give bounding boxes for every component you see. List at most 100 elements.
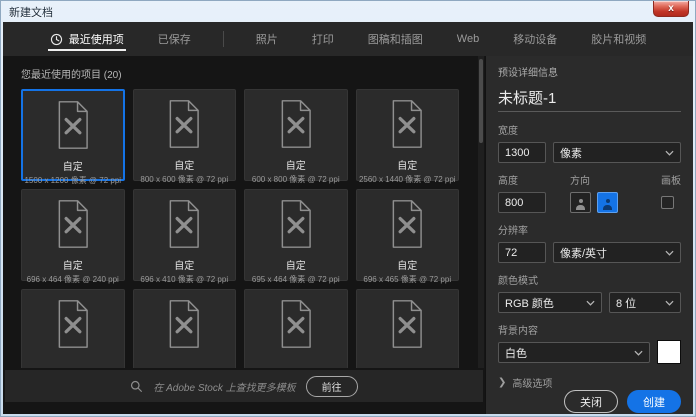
stock-search-bar[interactable]: 在 Adobe Stock 上查找更多模板 前往	[5, 370, 483, 402]
resolution-label: 分辨率	[498, 222, 681, 237]
color-mode-value: RGB 颜色	[505, 295, 554, 311]
tab-mobile[interactable]: 移动设备	[511, 22, 559, 56]
document-x-icon	[387, 199, 427, 254]
main-area: 您最近使用的项目 (20) 自定 1500 x 1200 像素 @ 72 ppi…	[3, 56, 693, 414]
document-x-icon	[53, 299, 93, 354]
document-x-icon	[164, 99, 204, 154]
preset-dimensions: 696 x 410 像素 @ 72 ppi	[140, 274, 228, 285]
chevron-down-icon	[665, 300, 674, 306]
width-unit-value: 像素	[560, 145, 582, 161]
color-mode-label: 颜色模式	[498, 272, 681, 287]
tab-divider	[223, 31, 224, 47]
clock-icon	[50, 33, 63, 46]
scrollbar-thumb[interactable]	[479, 59, 483, 143]
tab-label: 照片	[256, 31, 278, 47]
advanced-options-toggle[interactable]: ❯ 高级选项	[498, 375, 681, 390]
tab-bar: 最近使用项 已保存 照片 打印 图稿和插图 Web 移动设备 胶	[3, 22, 693, 56]
dialog-body: 最近使用项 已保存 照片 打印 图稿和插图 Web 移动设备 胶	[3, 22, 693, 414]
document-x-icon	[387, 99, 427, 154]
width-unit-select[interactable]: 像素	[553, 142, 681, 163]
recent-preset-card[interactable]: 自定 695 x 464 像素 @ 72 ppi	[244, 189, 348, 281]
width-label: 宽度	[498, 122, 681, 137]
document-x-icon	[276, 99, 316, 154]
recent-preset-card[interactable]: 自定 800 x 600 像素 @ 72 ppi	[133, 89, 237, 181]
document-x-icon	[387, 299, 427, 354]
background-label: 背景内容	[498, 322, 681, 337]
tab-film[interactable]: 胶片和视频	[589, 22, 648, 56]
recent-preset-card[interactable]	[356, 289, 460, 368]
preset-dimensions: 696 x 464 像素 @ 240 ppi	[27, 274, 119, 285]
new-document-dialog: 新建文档 x 最近使用项 已保存 照片 打印 图稿和插图 We	[0, 0, 696, 417]
orientation-landscape-icon[interactable]	[597, 192, 618, 213]
recent-preset-card[interactable]	[21, 289, 125, 368]
document-x-icon	[53, 100, 93, 155]
stock-search-placeholder: 在 Adobe Stock 上查找更多模板	[153, 379, 295, 394]
recent-preset-card[interactable]	[133, 289, 237, 368]
tab-saved[interactable]: 已保存	[156, 22, 193, 56]
recent-preset-card[interactable]: 自定 600 x 800 像素 @ 72 ppi	[244, 89, 348, 181]
resolution-input[interactable]	[498, 242, 546, 263]
tab-label: 已保存	[158, 31, 191, 47]
recent-preset-card[interactable]: 自定 1500 x 1200 像素 @ 72 ppi	[21, 89, 125, 181]
recent-grid: 自定 1500 x 1200 像素 @ 72 ppi 自定 800 x 600 …	[3, 89, 477, 368]
preset-details-header: 预设详细信息	[498, 64, 681, 79]
preset-title: 自定	[286, 257, 306, 272]
titlebar: 新建文档 x	[1, 1, 695, 22]
height-label: 高度	[498, 172, 561, 187]
recent-preset-card[interactable]: 自定 696 x 410 像素 @ 72 ppi	[133, 189, 237, 281]
go-button[interactable]: 前往	[306, 376, 358, 397]
tab-label: 打印	[312, 31, 334, 47]
background-color-swatch[interactable]	[657, 340, 681, 364]
document-x-icon	[276, 199, 316, 254]
document-name-row	[498, 89, 681, 112]
recent-preset-card[interactable]: 自定 2560 x 1440 像素 @ 72 ppi	[356, 89, 460, 181]
window-title: 新建文档	[9, 4, 53, 20]
bit-depth-select[interactable]: 8 位	[609, 292, 681, 313]
dialog-footer: 关闭 创建	[498, 390, 681, 413]
tab-label: 胶片和视频	[591, 31, 646, 47]
tab-photo[interactable]: 照片	[254, 22, 280, 56]
background-select[interactable]: 白色	[498, 342, 650, 363]
recent-header: 您最近使用的项目 (20)	[3, 56, 485, 89]
chevron-down-icon	[634, 350, 643, 356]
orientation-label: 方向	[570, 172, 661, 187]
recent-files-panel: 您最近使用的项目 (20) 自定 1500 x 1200 像素 @ 72 ppi…	[3, 56, 485, 414]
width-input[interactable]	[498, 142, 546, 163]
tab-web[interactable]: Web	[455, 22, 481, 56]
tab-art[interactable]: 图稿和插图	[366, 22, 425, 56]
preset-dimensions: 800 x 600 像素 @ 72 ppi	[140, 174, 228, 185]
height-input[interactable]	[498, 192, 546, 213]
tab-recent[interactable]: 最近使用项	[48, 22, 126, 56]
document-x-icon	[53, 199, 93, 254]
preset-dimensions: 696 x 465 像素 @ 72 ppi	[363, 274, 451, 285]
chevron-down-icon	[586, 300, 595, 306]
document-name-input[interactable]	[498, 89, 693, 106]
document-x-icon	[276, 299, 316, 354]
recent-preset-card[interactable]	[244, 289, 348, 368]
tab-label: 图稿和插图	[368, 31, 423, 47]
document-x-icon	[164, 299, 204, 354]
create-button[interactable]: 创建	[627, 390, 681, 413]
close-icon: x	[668, 4, 674, 14]
bit-depth-value: 8 位	[616, 295, 636, 311]
document-x-icon	[164, 199, 204, 254]
recent-preset-card[interactable]: 自定 696 x 464 像素 @ 240 ppi	[21, 189, 125, 281]
close-button[interactable]: 关闭	[564, 390, 618, 413]
background-value: 白色	[505, 345, 527, 361]
search-icon	[130, 380, 143, 393]
resolution-unit-select[interactable]: 像素/英寸	[553, 242, 681, 263]
tab-label: 最近使用项	[69, 31, 124, 47]
color-mode-select[interactable]: RGB 颜色	[498, 292, 602, 313]
recent-preset-card[interactable]: 自定 696 x 465 像素 @ 72 ppi	[356, 189, 460, 281]
preset-title: 自定	[397, 157, 417, 172]
window-close-button[interactable]: x	[653, 1, 689, 17]
chevron-right-icon: ❯	[498, 377, 506, 388]
chevron-down-icon	[665, 250, 674, 256]
preset-dimensions: 695 x 464 像素 @ 72 ppi	[252, 274, 340, 285]
artboard-checkbox[interactable]	[661, 196, 674, 209]
scrollbar[interactable]	[478, 56, 484, 368]
artboard-label: 画板	[661, 172, 681, 187]
orientation-portrait-icon[interactable]	[570, 192, 591, 213]
tab-print[interactable]: 打印	[310, 22, 336, 56]
preset-title: 自定	[397, 257, 417, 272]
